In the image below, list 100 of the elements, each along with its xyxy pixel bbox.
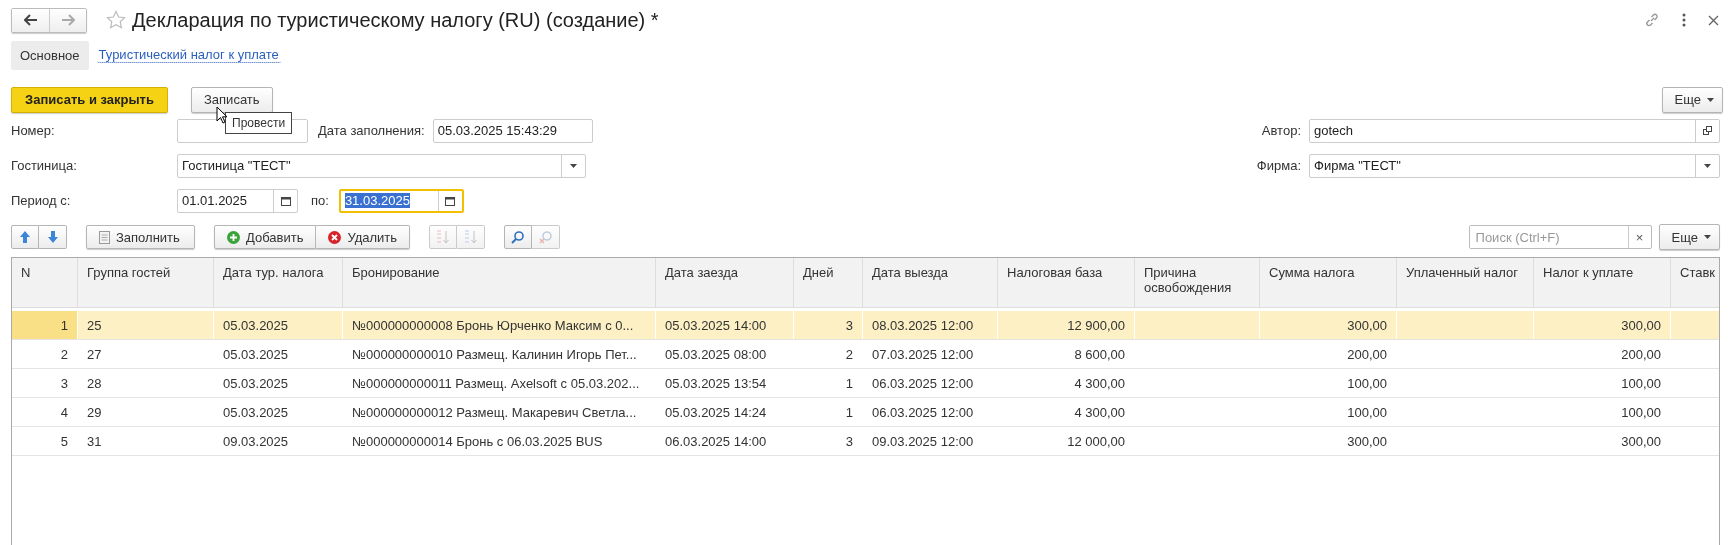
table-cell: 1: [845, 375, 853, 391]
column-header[interactable]: Ставк: [1671, 258, 1719, 307]
table-cell: 100,00: [1347, 404, 1387, 420]
search-button[interactable]: [504, 225, 533, 249]
table-cell: 1: [60, 317, 68, 333]
table-cell: 200,00: [1621, 346, 1661, 362]
sort-ascending-icon: [436, 230, 451, 244]
table-row[interactable]: 4 29 05.03.2025 №000000000012 Размещ. Макаревич Светла... 05.03.2025 14:24 1 06.03.2025 12:00 4 300,00 100,00 100,00: [12, 398, 1719, 427]
field-label: по:: [311, 193, 329, 208]
table-cell: 3: [845, 317, 853, 333]
table-cell: 06.03.2025 14:00: [665, 433, 767, 449]
move-up-button[interactable]: [11, 225, 39, 249]
caret-icon: [570, 163, 577, 168]
column-header[interactable]: Дата выезда: [863, 258, 998, 307]
table-cell: 05.03.2025: [223, 375, 289, 391]
more-button[interactable]: Еще: [1661, 86, 1723, 113]
table-cell: 3: [60, 375, 68, 391]
table-cell: №000000000011 Размещ. Axelsoft с 05.03.202...: [352, 375, 640, 391]
table-cell: 07.03.2025 12:00: [872, 346, 974, 362]
table-cell: 300,00: [1621, 317, 1661, 333]
table-cell: 4 300,00: [1074, 404, 1125, 420]
field-label: Автор:: [1261, 123, 1301, 138]
move-down-button[interactable]: [39, 225, 67, 249]
caret-icon: [1704, 235, 1711, 239]
column-header[interactable]: Дата заезда: [656, 258, 794, 307]
table-cell: 12 900,00: [1067, 317, 1125, 333]
table-cell: 05.03.2025 14:24: [665, 404, 767, 420]
field-label: Гостиница:: [11, 158, 78, 173]
table-cell: 12 000,00: [1067, 433, 1125, 449]
period-start-date-field[interactable]: 01.01.2025: [177, 188, 298, 213]
tooltip: Провести: [225, 112, 293, 134]
column-header[interactable]: Причина освобождения: [1135, 258, 1260, 307]
period-end-date-field[interactable]: 31.03.2025: [338, 188, 464, 213]
document-icon: [99, 230, 110, 244]
column-header[interactable]: Налог к уплате: [1534, 258, 1671, 307]
fill-button[interactable]: Заполнить: [86, 225, 195, 249]
caret-icon: [1704, 163, 1711, 168]
tab[interactable]: Туристический налог к уплате: [96, 47, 281, 63]
field-label: Дата заполнения:: [318, 123, 425, 138]
column-header[interactable]: Группа гостей: [78, 258, 214, 307]
table-cell: 09.03.2025: [223, 433, 289, 449]
column-header[interactable]: Дата тур. налога: [214, 258, 343, 307]
table-row[interactable]: 5 31 09.03.2025 №000000000014 Бронь с 06.03.2025 BUS 06.03.2025 14:00 3 09.03.2025 12:00 12 000,00 300,00 300,00: [12, 427, 1719, 456]
search-field[interactable]: Поиск (Ctrl+F) ×: [1468, 225, 1652, 249]
column-header[interactable]: Дней: [794, 258, 863, 307]
table-cell: №000000000014 Бронь с 06.03.2025 BUS: [352, 433, 603, 449]
sort-descending-icon: [463, 230, 478, 244]
table-cell: 200,00: [1347, 346, 1387, 362]
save-and-close-button[interactable]: Записать и закрыть: [11, 86, 168, 113]
star-icon[interactable]: [106, 10, 126, 30]
author-field[interactable]: gotech: [1309, 118, 1720, 143]
table-cell: 300,00: [1347, 433, 1387, 449]
date-field[interactable]: 05.03.2025 15:43:29: [432, 118, 593, 143]
table-cell: 25: [87, 317, 102, 333]
column-header[interactable]: Сумма налога: [1260, 258, 1397, 307]
back-button[interactable]: [12, 8, 49, 32]
table-cell: 4: [60, 404, 68, 420]
forward-arrow-icon: [61, 14, 75, 26]
close-icon[interactable]: [1708, 14, 1719, 26]
table-cell: 05.03.2025: [223, 404, 289, 420]
table-cell: 09.03.2025 12:00: [872, 433, 974, 449]
firm-dropdown[interactable]: Фирма "ТЕСТ": [1309, 153, 1720, 178]
column-header[interactable]: N: [12, 258, 78, 307]
save-button[interactable]: Записать: [191, 86, 273, 113]
delete-button[interactable]: Удалить: [316, 225, 411, 249]
column-header[interactable]: Уплаченный налог: [1397, 258, 1534, 307]
more-button[interactable]: Еще: [1658, 224, 1720, 250]
tab[interactable]: Основное: [11, 40, 89, 70]
table-row[interactable]: 2 27 05.03.2025 №000000000010 Размещ. Калинин Игорь Пет... 05.03.2025 08:00 2 07.03.2025 12:00 8 600,00 200,00 200,00: [12, 340, 1719, 369]
field-label: Фирма:: [1256, 158, 1301, 173]
table-cell: 05.03.2025 08:00: [665, 346, 767, 362]
table-row[interactable]: 1 25 05.03.2025 №000000000008 Бронь Юрченко Максим с 0... 05.03.2025 14:00 3 08.03.2025 12:00 12 900,00 300,00 300,00: [12, 311, 1719, 340]
table-cell: 2: [845, 346, 853, 362]
column-header[interactable]: Налоговая база: [998, 258, 1135, 307]
search-icon: [511, 230, 526, 244]
table-cell: 05.03.2025: [223, 346, 289, 362]
table-cell: 3: [845, 433, 853, 449]
table-cell: №000000000012 Размещ. Макаревич Светла...: [352, 404, 637, 420]
open-window-icon: [1703, 126, 1712, 135]
calendar-icon: [445, 195, 456, 206]
table-row[interactable]: 3 28 05.03.2025 №000000000011 Размещ. Axelsoft с 05.03.202... 05.03.2025 13:54 1 06.03.2025 12:00 4 300,00 100,00 100,00: [12, 369, 1719, 398]
more-vertical-icon[interactable]: [1682, 13, 1686, 27]
table-cell: 100,00: [1621, 404, 1661, 420]
table-cell: 300,00: [1347, 317, 1387, 333]
plus-icon: [227, 230, 240, 244]
caret-icon: [1707, 97, 1714, 102]
hotel-dropdown[interactable]: Гостиница "ТЕСТ": [177, 153, 586, 178]
cancel-search-icon: [538, 230, 553, 244]
column-header[interactable]: Бронирование: [343, 258, 656, 307]
arrow-up-icon: [20, 231, 30, 243]
calendar-icon: [280, 195, 291, 206]
add-button[interactable]: Добавить: [214, 225, 317, 249]
table-cell: №000000000008 Бронь Юрченко Максим с 0...: [352, 317, 634, 333]
link-icon[interactable]: [1644, 12, 1660, 28]
table-cell: №000000000010 Размещ. Калинин Игорь Пет...: [352, 346, 637, 362]
back-arrow-icon: [23, 14, 38, 26]
table-cell: 8 600,00: [1074, 346, 1125, 362]
delete-icon: [328, 230, 342, 244]
field-label: Номер:: [11, 123, 56, 138]
table-cell: 5: [60, 433, 68, 449]
